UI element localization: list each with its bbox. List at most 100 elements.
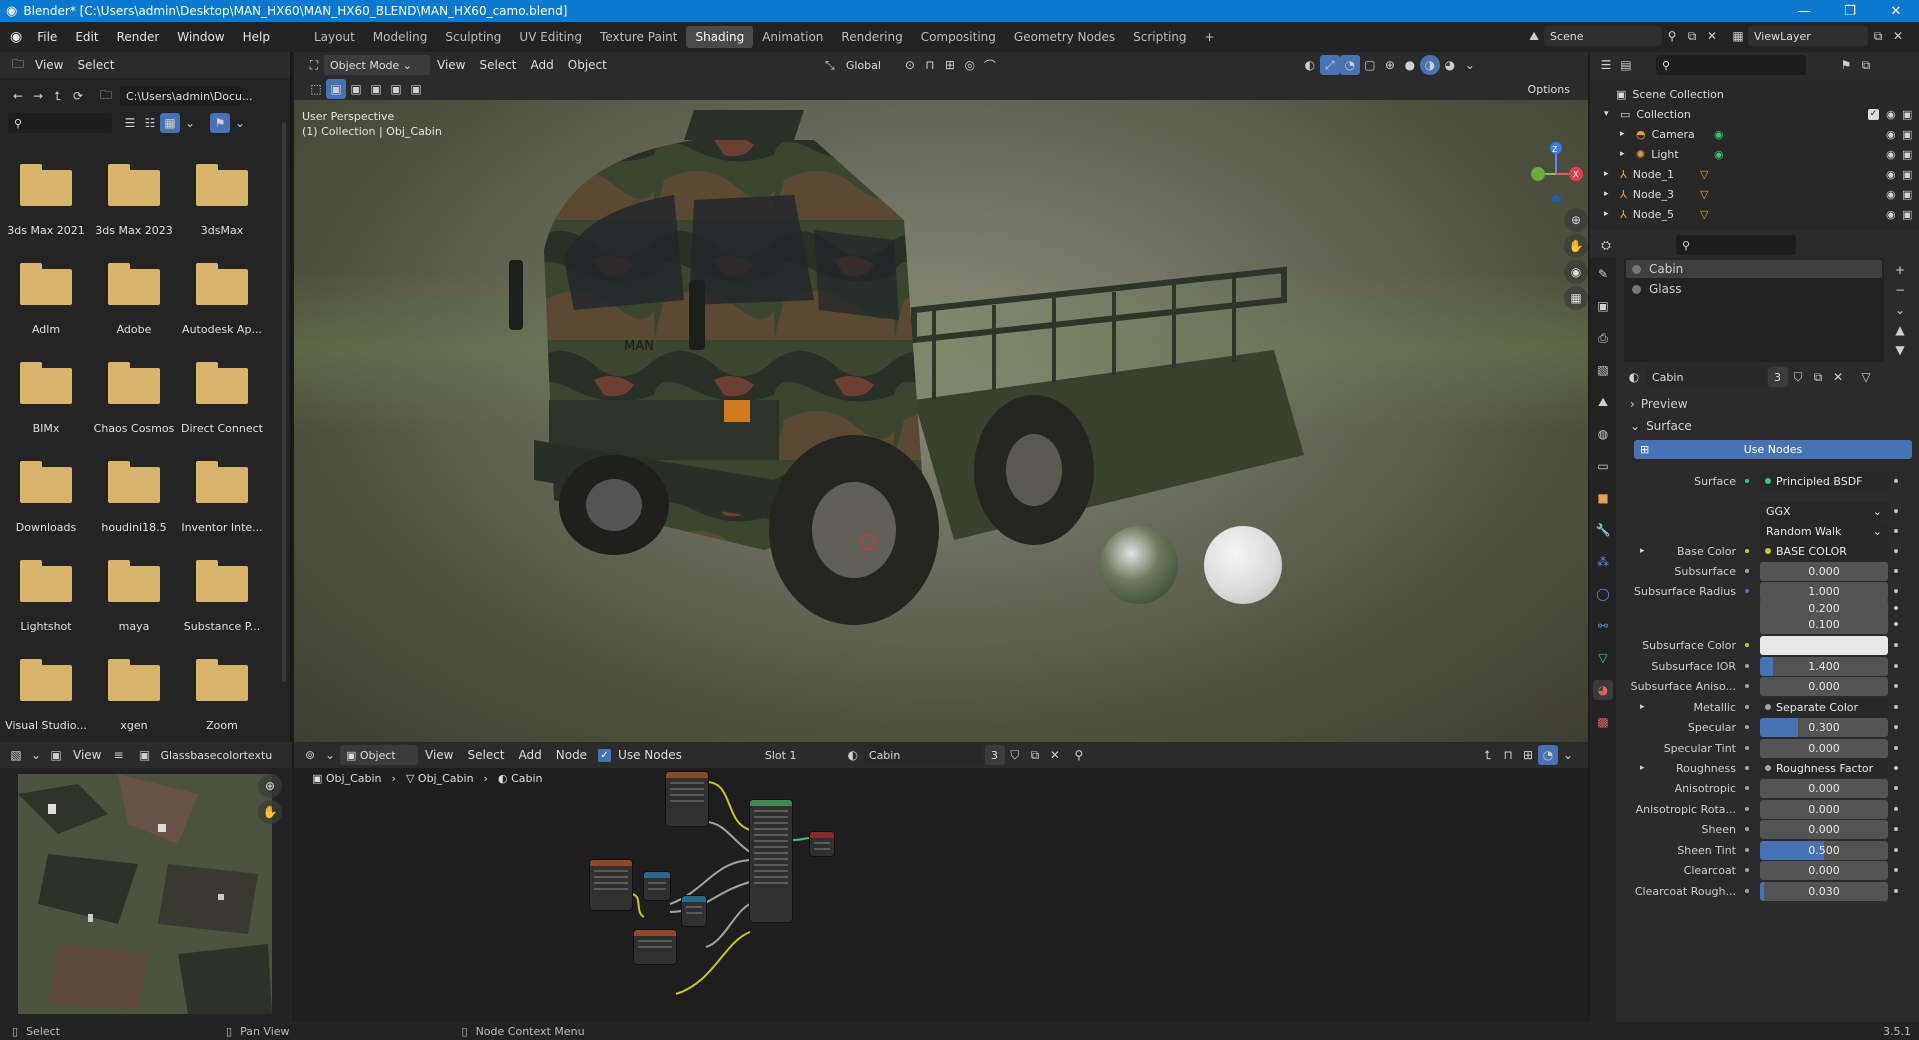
socket-dot[interactable] (1743, 477, 1751, 485)
tab-shading[interactable]: Shading (686, 26, 754, 48)
remove-slot-icon[interactable]: − (1890, 280, 1910, 300)
menu-render[interactable]: Render (108, 30, 169, 44)
keyframe-dot[interactable] (1894, 889, 1898, 893)
prop-number-field[interactable]: 0.000 (1760, 561, 1888, 581)
prop-number-field[interactable]: 1.400 (1760, 656, 1888, 676)
snap-icon[interactable]: ⊓ (920, 55, 940, 75)
tab-texture-paint[interactable]: Texture Paint (591, 26, 686, 48)
specials-icon[interactable]: ⌄ (1890, 300, 1910, 320)
keyframe-dot[interactable] (1894, 569, 1898, 573)
camera-render-icon[interactable]: ▣ (1902, 148, 1912, 161)
chevron-down-icon[interactable]: ⌄ (180, 113, 200, 133)
tool-tab-icon[interactable]: ✎ (1593, 264, 1613, 284)
solid-shading-icon[interactable]: ● (1400, 55, 1420, 75)
prop-number-field[interactable]: 0.000 (1760, 738, 1888, 758)
editor-type-icon[interactable]: ⛶ (304, 55, 324, 75)
camera-render-icon[interactable]: ▣ (1902, 128, 1912, 141)
node-separate-color[interactable] (644, 872, 670, 900)
chevron-right-icon[interactable]: ▸ (1604, 209, 1616, 219)
menu-add[interactable]: Add (524, 55, 561, 75)
pivot-icon[interactable]: ⊙ (900, 55, 920, 75)
menu-view[interactable]: View (28, 55, 70, 75)
tab-geometry-nodes[interactable]: Geometry Nodes (1005, 26, 1124, 48)
material-name-field[interactable]: Cabin (1646, 367, 1766, 387)
keyframe-dot[interactable] (1894, 509, 1898, 513)
surface-section[interactable]: ⌄ Surface (1624, 416, 1914, 436)
scrollbar[interactable] (282, 122, 286, 682)
select-tool-icon[interactable]: ⬚ (306, 79, 326, 99)
texture-canvas[interactable] (18, 774, 272, 1014)
folder-item[interactable]: 3ds Max 2023 (90, 164, 178, 237)
visibility-icon[interactable]: ◐ (1300, 55, 1320, 75)
keyframe-dot[interactable] (1894, 766, 1898, 770)
folder-item[interactable]: Substance P... (178, 560, 266, 633)
rendered-shading-icon[interactable]: ◕ (1440, 55, 1460, 75)
close-button[interactable]: ✕ (1873, 0, 1919, 22)
folder-item[interactable]: houdini18.5 (90, 461, 178, 534)
keyframe-dot[interactable] (1894, 786, 1898, 790)
delete-view-layer-icon[interactable]: ✕ (1888, 26, 1908, 46)
expand-arrow-icon[interactable]: ▸ (1640, 546, 1645, 556)
keyframe-dot[interactable] (1894, 479, 1898, 483)
socket-dot[interactable] (1743, 723, 1751, 731)
path-field[interactable]: C:\Users\admin\Docu... (120, 86, 252, 106)
display-mode-icon[interactable]: ▤ (1616, 55, 1636, 75)
pan-hand-icon[interactable]: ✋ (1564, 234, 1588, 258)
camera-render-icon[interactable]: ▣ (1902, 188, 1912, 201)
camera-render-icon[interactable]: ▣ (1902, 108, 1912, 121)
eye-icon[interactable]: ◉ (1886, 128, 1896, 141)
socket-dot[interactable] (1743, 846, 1751, 854)
folder-item[interactable]: Downloads (2, 461, 90, 534)
keyframe-dot[interactable] (1894, 807, 1898, 811)
tab-compositing[interactable]: Compositing (912, 26, 1005, 48)
keyframe-dot[interactable] (1894, 684, 1898, 688)
prop-link-field[interactable]: Separate Color (1760, 697, 1888, 717)
xray-icon[interactable]: ▢ (1360, 55, 1380, 75)
search-input[interactable]: ⚲ (8, 113, 112, 133)
keyframe-dot[interactable] (1894, 549, 1898, 553)
menu-view[interactable]: View (66, 745, 108, 765)
socket-dot[interactable] (1743, 866, 1751, 874)
scene-selector[interactable]: Scene (1544, 26, 1662, 46)
prop-dropdown[interactable]: GGX ⌄ (1760, 501, 1888, 521)
keyframe-dot[interactable] (1894, 746, 1898, 750)
chevron-right-icon[interactable]: ▸ (1604, 169, 1616, 179)
node-math[interactable] (682, 896, 706, 926)
prop-number-field[interactable]: 0.100 (1760, 614, 1888, 634)
material-users-count[interactable]: 3 (1768, 367, 1788, 387)
blender-menu-icon[interactable]: ◉ (10, 29, 22, 45)
link-mode-icon[interactable]: ▽ (1856, 367, 1876, 387)
tab-sculpting[interactable]: Sculpting (436, 26, 510, 48)
keyframe-dot[interactable] (1894, 622, 1898, 626)
editor-type-icon[interactable]: ☰ (1596, 55, 1616, 75)
prop-number-field[interactable]: 0.030 (1760, 881, 1888, 901)
tab-animation[interactable]: Animation (753, 26, 832, 48)
filter-icon[interactable]: ⚑ (1836, 55, 1856, 75)
socket-dot[interactable] (1743, 764, 1751, 772)
forward-icon[interactable]: → (28, 86, 48, 106)
prop-dropdown[interactable]: Random Walk ⌄ (1760, 521, 1888, 541)
navigation-gizmo[interactable]: Z X (1526, 142, 1586, 205)
parent-dir-icon[interactable]: ⮤ (48, 86, 68, 106)
select-invert-icon[interactable]: ▣ (406, 79, 426, 99)
keyframe-dot[interactable] (1894, 827, 1898, 831)
scene-icon[interactable]: ⛰ (1524, 26, 1544, 46)
material-slot-cabin[interactable]: Cabin (1626, 260, 1882, 278)
node-principled-bsdf[interactable] (750, 800, 792, 922)
socket-dot[interactable] (1743, 662, 1751, 670)
camera-render-icon[interactable]: ▣ (1902, 168, 1912, 181)
proportional-edit-icon[interactable]: ◎ (960, 55, 980, 75)
truck-model[interactable]: MAN (294, 100, 1588, 742)
select-subtract-icon[interactable]: ▣ (366, 79, 386, 99)
tab-layout[interactable]: Layout (305, 26, 364, 48)
select-extend-icon[interactable]: ▣ (346, 79, 366, 99)
tab-uv-editing[interactable]: UV Editing (510, 26, 591, 48)
prop-number-field[interactable]: 0.000 (1760, 799, 1888, 819)
outliner-item-node-5[interactable]: ▸ ⅄ Node_5 ▽ ◉ ▣ (1590, 204, 1919, 224)
image-name-field[interactable]: Glassbasecolortextu (154, 745, 273, 765)
folder-item[interactable]: Inventor Inte... (178, 461, 266, 534)
pin-icon[interactable]: ⚲ (1662, 26, 1682, 46)
tab-scripting[interactable]: Scripting (1124, 26, 1195, 48)
keyframe-dot[interactable] (1894, 589, 1898, 593)
pan-hand-icon[interactable]: ✋ (258, 800, 282, 824)
